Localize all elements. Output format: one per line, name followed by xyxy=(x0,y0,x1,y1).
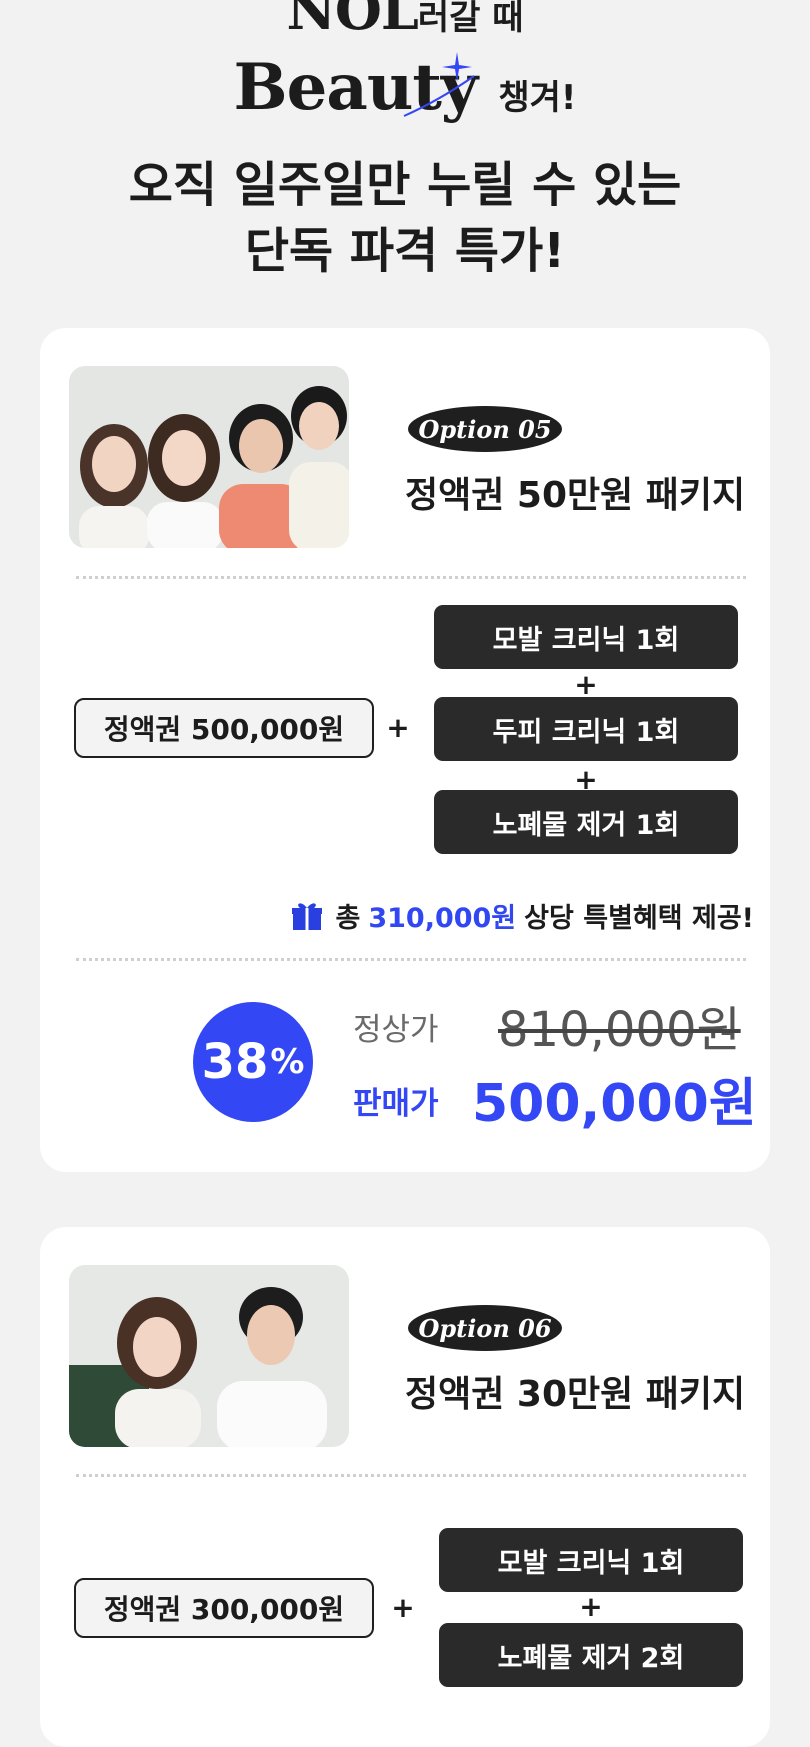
logo-line1-korean: 러갈 때 xyxy=(417,0,524,38)
divider xyxy=(76,576,746,579)
package-title: 정액권 50만원 패키지 xyxy=(405,475,746,516)
sale-price-label: 판매가 xyxy=(353,1086,439,1122)
page-headline: 오직 일주일만 누릴 수 있는 단독 파격 특가! xyxy=(0,152,810,284)
benefit-pill: 두피 크리닉 1회 xyxy=(434,697,738,761)
divider xyxy=(76,958,746,961)
hero-banner: NOL러갈 때 Beauty 챙겨! 오직 일주일만 누릴 수 있는 단독 파격… xyxy=(0,0,810,290)
logo-line2-korean: 챙겨! xyxy=(498,78,577,118)
regular-price-label: 정상가 xyxy=(353,1012,439,1048)
headline-line-2: 단독 파격 특가! xyxy=(244,223,566,279)
voucher-box: 정액권 300,000원 xyxy=(74,1578,374,1638)
gift-benefit-line: 총 310,000원 상당 특별혜택 제공! xyxy=(291,896,754,935)
divider xyxy=(76,1474,746,1477)
gift-amount: 310,000원 xyxy=(368,903,517,934)
plus-sign: + xyxy=(391,1591,415,1624)
plus-sign: + xyxy=(386,711,410,744)
benefit-pill: 모발 크리닉 1회 xyxy=(434,605,738,669)
model-photo xyxy=(69,366,349,548)
package-card-option-06[interactable]: Option 06 정액권 30만원 패키지 정액권 300,000원 + 모발… xyxy=(40,1227,770,1747)
model-photo xyxy=(69,1265,349,1447)
regular-price: 810,000원 xyxy=(498,1002,741,1058)
sale-price: 500,000원 xyxy=(472,1074,757,1134)
gift-icon xyxy=(292,902,323,930)
benefit-pill: 모발 크리닉 1회 xyxy=(439,1528,743,1592)
gift-suffix: 상당 특별혜택 제공! xyxy=(524,903,754,934)
discount-value: 38 xyxy=(201,1034,269,1090)
package-card-option-05[interactable]: Option 05 정액권 50만원 패키지 정액권 500,000원 + 모발… xyxy=(40,328,770,1172)
option-badge: Option 06 xyxy=(408,1305,562,1351)
gift-prefix: 총 xyxy=(335,903,361,934)
discount-unit: % xyxy=(270,1042,305,1082)
swoosh-icon xyxy=(403,75,475,117)
headline-line-1: 오직 일주일만 누릴 수 있는 xyxy=(128,157,682,213)
package-title: 정액권 30만원 패키지 xyxy=(405,1374,746,1415)
discount-badge: 38% xyxy=(193,1002,313,1122)
logo-line-1: NOL러갈 때 xyxy=(0,0,810,42)
voucher-box: 정액권 500,000원 xyxy=(74,698,374,758)
benefit-pill: 노폐물 제거 1회 xyxy=(434,790,738,854)
logo-nol-text: NOL xyxy=(286,0,418,42)
benefit-pill: 노폐물 제거 2회 xyxy=(439,1623,743,1687)
option-badge: Option 05 xyxy=(408,406,562,452)
plus-sign: + xyxy=(579,1590,603,1623)
